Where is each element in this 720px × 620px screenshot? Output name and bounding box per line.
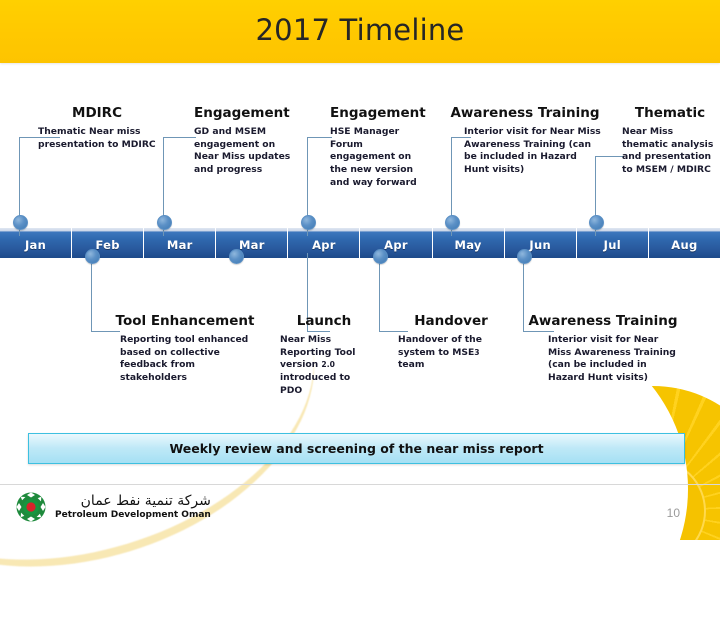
weekly-review-banner: Weekly review and screening of the near … <box>28 433 685 464</box>
pdo-logo: شركة تنمية نفط عمان Petroleum Developmen… <box>14 490 211 524</box>
block-awareness-training-top: Awareness Training Interior visit for Ne… <box>446 105 604 177</box>
month-cell-aug[interactable]: Aug <box>648 228 720 258</box>
page-number: 10 <box>666 506 680 520</box>
block-tool-enhancement-body: Reporting tool enhanced based on collect… <box>120 334 249 384</box>
month-cell-mar-2[interactable]: Mar <box>216 228 289 258</box>
block-launch-heading: Launch <box>296 313 352 329</box>
block-tool-enhancement: Tool Enhancement Reporting tool enhanced… <box>112 313 258 385</box>
block-handover-body-pre: Handover of the system to MSE <box>398 334 482 358</box>
block-tool-enhancement-heading: Tool Enhancement <box>115 313 255 329</box>
pdo-logo-text: شركة تنمية نفط عمان Petroleum Developmen… <box>55 494 211 520</box>
pdo-logo-english: Petroleum Development Oman <box>55 510 211 520</box>
block-thematic: Thematic Near Miss thematic analysis and… <box>622 105 718 177</box>
block-handover-team-number: 3 <box>474 347 480 357</box>
block-awareness-training-top-heading: Awareness Training <box>450 105 600 121</box>
timeline-dot-mar-1[interactable] <box>157 215 172 230</box>
block-engagement-1: Engagement GD and MSEM engagement on Nea… <box>194 105 294 177</box>
block-engagement-2: Engagement HSE Manager Forum engagement … <box>330 105 430 189</box>
block-launch-version-number: 2.0 <box>321 360 335 370</box>
block-handover-body-post: team <box>398 359 425 371</box>
block-engagement-1-body: GD and MSEM engagement on Near Miss upda… <box>194 126 291 176</box>
timeline-dot-jul[interactable] <box>589 215 604 230</box>
block-engagement-2-heading: Engagement <box>330 105 426 121</box>
block-thematic-body: Near Miss thematic analysis and presenta… <box>622 126 714 176</box>
block-launch-body: Near Miss Reporting Tool version 2.0 int… <box>280 334 368 397</box>
timeline-dot-may[interactable] <box>445 215 460 230</box>
sunburst-hub <box>600 458 706 540</box>
block-awareness-training-bottom: Awareness Training Interior visit for Ne… <box>522 313 684 385</box>
timeline-dot-mar-2[interactable] <box>229 249 244 264</box>
timeline-dot-apr-2[interactable] <box>373 249 388 264</box>
timeline-dot-apr-1[interactable] <box>301 215 316 230</box>
block-awareness-training-top-body: Interior visit for Near Miss Awareness T… <box>464 126 601 176</box>
block-awareness-training-bottom-heading: Awareness Training <box>528 313 678 329</box>
block-mdirc-heading: MDIRC <box>72 105 122 121</box>
block-engagement-1-heading: Engagement <box>194 105 290 121</box>
block-handover: Handover Handover of the system to MSE3 … <box>398 313 504 372</box>
pdo-emblem-icon <box>14 490 48 524</box>
block-handover-body: Handover of the system to MSE3 team <box>398 334 504 372</box>
timeline-dot-feb[interactable] <box>85 249 100 264</box>
block-mdirc: MDIRC Thematic Near miss presentation to… <box>38 105 156 151</box>
block-launch: Launch Near Miss Reporting Tool version … <box>280 313 368 397</box>
timeline-dot-jun[interactable] <box>517 249 532 264</box>
block-thematic-heading: Thematic <box>634 105 706 121</box>
title-bar: 2017 Timeline <box>0 0 720 63</box>
block-launch-body-post: introduced to PDO <box>280 372 351 396</box>
page-title: 2017 Timeline <box>255 13 465 47</box>
footer-divider <box>0 484 720 485</box>
pdo-logo-arabic: شركة تنمية نفط عمان <box>80 493 211 509</box>
block-awareness-training-bottom-body: Interior visit for Near Miss Awareness T… <box>548 334 676 384</box>
block-handover-heading: Handover <box>414 313 488 329</box>
block-launch-body-pre: Near Miss Reporting Tool version <box>280 334 356 371</box>
block-engagement-2-body: HSE Manager Forum engagement on the new … <box>330 126 417 188</box>
weekly-review-banner-text: Weekly review and screening of the near … <box>169 441 544 456</box>
timeline-dot-jan[interactable] <box>13 215 28 230</box>
block-mdirc-body: Thematic Near miss presentation to MDIRC <box>38 126 156 150</box>
